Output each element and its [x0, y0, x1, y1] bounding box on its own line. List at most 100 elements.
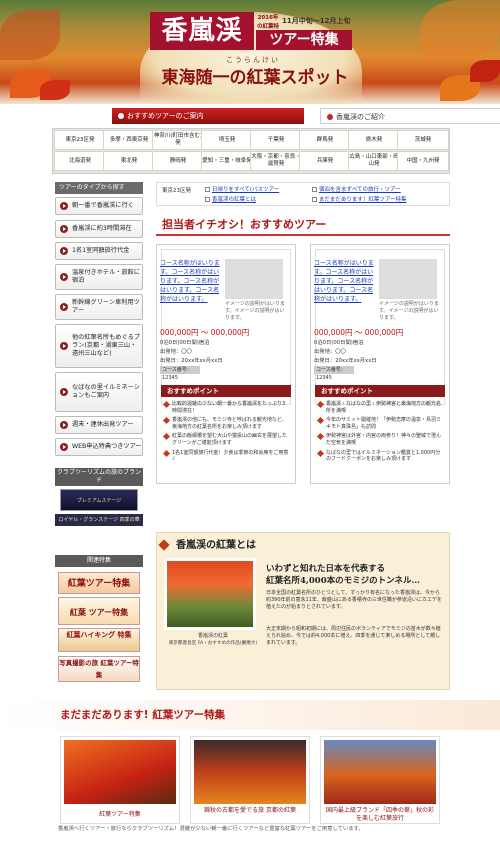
bullet-icon — [118, 113, 124, 119]
region-link[interactable]: 東京23区発 — [54, 130, 106, 150]
feature-caption: 香嵐渓の紅葉 — [197, 633, 228, 639]
more-image — [64, 740, 176, 804]
region-link[interactable]: 千葉発 — [250, 130, 302, 150]
point-list: 香嵐渓・なばなの里・伊勢神宮と東海地方の観光名所を満喫 今年のサミット開催地！「… — [317, 401, 443, 466]
tour-nights: 0泊0日(00日間)宿泊 — [160, 340, 210, 346]
arrow-icon — [60, 388, 68, 396]
sidebar-item-weekend[interactable]: 週末・連休出発ツアー — [55, 416, 143, 434]
tour-card-2: コース名称がはいります。コース名称がはいります。コース名称がはいります。コース名… — [310, 244, 450, 484]
footer-note: 香嵐渓へ行くツアー・旅行ならクラブツーリズム！混雑が少ない朝一番に行くツアーなど… — [58, 826, 364, 832]
tour-code: コース番号：12345 — [314, 366, 354, 381]
point-item: 1名1室同額旅行代金！夕食は季節の和会席をご用意♪ — [163, 450, 289, 463]
arrow-icon — [60, 443, 68, 451]
more-image — [324, 740, 436, 804]
point-item: 今年のサミット開催地！「伊勢志摩の温泉・鳥羽ミキモト真珠島」も訪問 — [317, 417, 443, 430]
checkbox-icon — [312, 197, 317, 202]
tour-depart: 出発地：〇〇 — [160, 349, 192, 355]
title-reading: こうらんけい — [226, 56, 280, 64]
tour-image-desc: イメージの説明がはいります。イメージの説明がはいります。 — [225, 301, 285, 321]
feature-body-2: 大正末期から昭和初期には、周辺住民のボランティアでモミジの苗木が数々植えられ始め… — [266, 626, 441, 646]
more-image — [194, 740, 306, 804]
region-link[interactable]: 兵庫発 — [299, 151, 351, 171]
region-link[interactable]: 広島・山口東部・岡山発 — [348, 151, 400, 171]
sidebar-item-3hours[interactable]: 香嵐渓に約3時間滞在 — [55, 220, 143, 238]
premium-stage-banner[interactable]: プレミアムステージ — [60, 489, 138, 511]
sidebar-item-other-spots[interactable]: 他の紅葉名所もめぐるプラン(京都・湖東三山・遠州三山など) — [55, 324, 143, 368]
point-heading: おすすめポイント — [315, 385, 445, 397]
tab-recommend[interactable]: おすすめツアーのご案内 — [112, 108, 304, 124]
sidebar-item-nabana[interactable]: なばなの里イルミネーションもご案内 — [55, 372, 143, 412]
more-heading: まだまだあります! 紅葉ツアー特集 — [60, 709, 226, 721]
filter-label: 東京23区発 — [162, 188, 191, 194]
region-link[interactable]: 東北発 — [103, 151, 155, 171]
filter-link-stay[interactable]: 宿泊を含まずべての旅行・ツアー — [312, 185, 401, 193]
region-link[interactable]: 大阪・京都・奈良・滋賀発 — [250, 151, 302, 171]
filter-link-about[interactable]: 香嵐渓の紅葉とは — [205, 195, 256, 203]
tour-price: 000,000円 〜 000,000円 — [160, 328, 250, 337]
arrow-icon — [60, 247, 68, 255]
region-link[interactable]: 栃木発 — [348, 130, 400, 150]
point-item: 香嵐渓の他にも、モミジ寺と呼ばれる観光地など、東海地方の紅葉名所をお楽しみ頂けま… — [163, 417, 289, 430]
arrow-icon — [60, 273, 68, 281]
more-card-kyoto[interactable]: 錦秋の古都を愛でる旅 京都の紅葉 — [190, 736, 310, 824]
checkbox-icon — [205, 197, 210, 202]
arrow-icon — [60, 421, 68, 429]
tour-code: コース番号：12345 — [160, 366, 200, 381]
tab-intro-label: 香嵐渓のご紹介 — [336, 113, 385, 121]
feature-title: 香嵐渓の紅葉とは — [176, 540, 256, 551]
page-subtitle: 東海随一の紅葉スポット — [161, 68, 349, 88]
sidebar-item-early[interactable]: 朝一番で香嵐渓に行く — [55, 197, 143, 215]
filter-link-daytrip[interactable]: 日帰りをすべて(バスツアー — [205, 185, 279, 193]
point-item: 比較的混雑の少ない朝一番から香嵐渓をたっぷり3時間滞在！ — [163, 401, 289, 414]
tour-depart: 出発地：〇〇 — [314, 349, 346, 355]
related-banner-hiking[interactable]: 紅葉ハイキング 特集 — [58, 628, 140, 652]
club-heading: クラブツーリズムの旅のブランド — [55, 468, 143, 486]
region-link[interactable]: 中国・九州発 — [397, 151, 449, 171]
region-link[interactable]: 愛知・三重・岐阜発 — [201, 151, 253, 171]
feature-headline-2: 紅葉名所4,000本のモミジのトンネル… — [266, 576, 420, 586]
sidebar-item-green-car[interactable]: 新幹線グリーン車利用ツアー — [55, 294, 143, 320]
related-banner-photo[interactable]: 写真撮影の旅 紅葉ツアー特集 — [58, 656, 140, 682]
tour-date: 出発日：20xx年xx月xx日 — [314, 358, 377, 364]
pick-heading: 担当者イチオシ！おすすめツアー — [162, 218, 327, 231]
tour-price: 000,000円 〜 000,000円 — [314, 328, 404, 337]
region-link[interactable]: 多摩・西東京発 — [103, 130, 155, 150]
more-caption: 国内最上級ブランド「四季の華」秋の彩を楽しむ紅葉旅行 — [325, 807, 434, 822]
title-tour: ツアー特集 — [256, 30, 352, 50]
bullet-icon — [327, 114, 333, 120]
tour-image — [379, 259, 437, 299]
more-card-koyo[interactable]: 紅葉ツアー特集 — [60, 736, 180, 824]
point-heading: おすすめポイント — [161, 385, 291, 397]
region-link[interactable]: 北海道発 — [54, 151, 106, 171]
tour-card-1: コース名称がはいります。コース名称がはいります。コース名称がはいります。コース名… — [156, 244, 296, 484]
tour-link[interactable]: コース名称がはいります。コース名称がはいります。コース名称がはいります。コース名… — [314, 259, 374, 304]
tab-intro[interactable]: 香嵐渓のご紹介 — [320, 108, 500, 124]
more-card-shiki[interactable]: 国内最上級ブランド「四季の華」秋の彩を楽しむ紅葉旅行 — [320, 736, 440, 824]
related-banner-momiji[interactable]: 紅葉ツアー特集 — [58, 572, 140, 594]
sidebar-item-single-room[interactable]: 1名1室同額旅行代金 — [55, 242, 143, 260]
point-item: 紅葉の飯綱橋を望む大山や猿投山の幽玄を展望したグリーンがご堪能頂けます — [163, 433, 289, 446]
feature-image — [164, 558, 256, 630]
region-link[interactable]: 茨城発 — [397, 130, 449, 150]
more-caption: 錦秋の古都を愛でる旅 京都の紅葉 — [204, 807, 296, 814]
title-date: 11月中旬〜12月上旬 — [282, 17, 351, 25]
tour-link[interactable]: コース名称がはいります。コース名称がはいります。コース名称がはいります。コース名… — [160, 259, 220, 304]
arrow-icon — [60, 202, 68, 210]
royal-stage-banner[interactable]: ロイヤル・グランステージ 四季の華 — [55, 514, 143, 526]
tab-recommend-label: おすすめツアーのご案内 — [127, 112, 204, 120]
feature-credit: 東京都豊島区 FA・おすすめの作品(慶應大) — [168, 641, 258, 646]
sidebar-item-onsen[interactable]: 温泉付きホテル・旅館に宿泊 — [55, 264, 143, 290]
sidebar-item-web-bonus[interactable]: WEB申込特典つきツアー — [55, 438, 143, 456]
more-caption: 紅葉ツアー特集 — [99, 811, 141, 818]
region-link[interactable]: 神奈川(町田市含む)発 — [152, 130, 204, 150]
region-link[interactable]: 群馬発 — [299, 130, 351, 150]
related-banner-koyo[interactable]: 紅葉 ツアー特集 — [58, 597, 140, 625]
feature-headline-1: いわずと知れた日本を代表する — [266, 564, 386, 574]
arrow-icon — [60, 342, 68, 350]
point-item: 伊勢神宮は外宮・内宮の両参り！神々の聖域で澄んだ空気を満喫 — [317, 433, 443, 446]
related-heading: 関連特集 — [55, 555, 143, 567]
region-link[interactable]: 埼玉発 — [201, 130, 253, 150]
filter-link-more[interactable]: まだまだあります！紅葉ツアー特集 — [312, 195, 407, 203]
point-item: 香嵐渓・なばなの里・伊勢神宮と東海地方の観光名所を満喫 — [317, 401, 443, 414]
region-link[interactable]: 静岡発 — [152, 151, 204, 171]
